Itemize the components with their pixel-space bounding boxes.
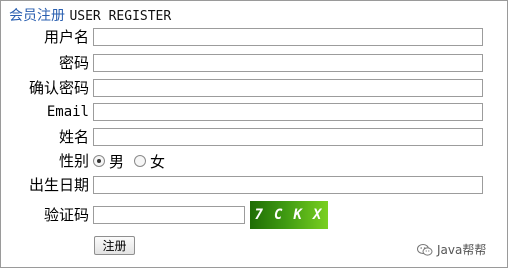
email-row: Email xyxy=(1,102,483,122)
confirm-password-label: 确认密码 xyxy=(28,79,89,97)
password-input[interactable] xyxy=(93,54,483,72)
username-row: 用户名 xyxy=(1,27,483,47)
radio-male[interactable] xyxy=(93,155,105,167)
username-label: 用户名 xyxy=(43,28,89,46)
captcha-char: C xyxy=(274,207,285,223)
gender-row: 性别 男 女 xyxy=(1,151,175,171)
captcha-input[interactable] xyxy=(93,206,245,224)
captcha-row: 验证码 7 C K X xyxy=(1,200,328,230)
birthday-row: 出生日期 xyxy=(1,175,483,195)
password-row: 密码 xyxy=(1,53,483,73)
gender-label: 性别 xyxy=(58,152,89,170)
gender-male-label: 男 xyxy=(109,152,125,171)
captcha-image[interactable]: 7 C K X xyxy=(250,201,328,229)
email-input[interactable] xyxy=(93,103,483,121)
register-button[interactable]: 注册 xyxy=(94,236,135,255)
captcha-label: 验证码 xyxy=(43,206,89,224)
gender-female-label: 女 xyxy=(150,152,166,171)
gender-option-male[interactable]: 男 xyxy=(93,151,124,172)
name-input[interactable] xyxy=(93,128,483,146)
captcha-char: 7 xyxy=(254,207,265,223)
captcha-char: K xyxy=(293,207,304,223)
title-english: USER REGISTER xyxy=(69,9,172,24)
confirm-password-input[interactable] xyxy=(93,79,483,97)
gender-option-female[interactable]: 女 xyxy=(134,151,165,172)
confirm-password-row: 确认密码 xyxy=(1,78,483,98)
watermark: Java帮帮 xyxy=(417,241,486,258)
username-input[interactable] xyxy=(93,28,483,46)
page-title: 会员注册 USER REGISTER xyxy=(9,7,171,26)
email-label: Email xyxy=(46,104,89,120)
title-chinese: 会员注册 xyxy=(9,8,65,24)
birthday-label: 出生日期 xyxy=(28,176,89,194)
name-row: 姓名 xyxy=(1,127,483,147)
watermark-text: Java帮帮 xyxy=(437,243,487,257)
radio-female[interactable] xyxy=(134,155,147,167)
birthday-input[interactable] xyxy=(93,176,483,194)
wechat-icon xyxy=(417,243,433,256)
password-label: 密码 xyxy=(58,54,89,72)
captcha-char: X xyxy=(313,207,324,223)
register-panel: 会员注册 USER REGISTER 用户名 密码 确认密码 Email 姓名 … xyxy=(0,0,508,268)
name-label: 姓名 xyxy=(58,128,89,146)
